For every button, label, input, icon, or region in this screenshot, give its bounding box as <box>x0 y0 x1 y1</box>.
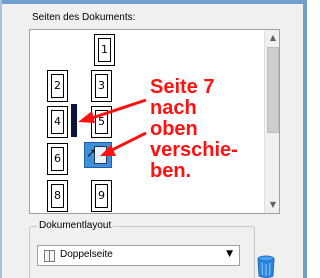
page-thumbnail[interactable]: 9 <box>91 180 112 212</box>
page-thumbnail[interactable]: 1 <box>94 34 115 66</box>
page-number: 6 <box>51 147 64 171</box>
annotation-line: ben. <box>150 160 192 182</box>
annotation-line: Seite 7 <box>150 76 215 98</box>
dragged-page-ghost[interactable]: ➚ <box>84 142 112 168</box>
page-thumbnail[interactable]: 8 <box>47 180 68 212</box>
scroll-up-arrow-icon[interactable]: ▲ <box>265 30 279 46</box>
vertical-scrollbar[interactable]: ▲ ▼ <box>264 30 279 213</box>
pages-section-label: Seiten des Dokuments: <box>32 12 136 23</box>
instruction-annotation: Seite 7 nach oben verschie- ben. <box>150 77 238 182</box>
document-layout-dropdown[interactable]: Doppelseite ▼ <box>37 245 240 266</box>
scroll-down-arrow-icon[interactable]: ▼ <box>265 197 279 213</box>
drop-insertion-marker <box>71 104 77 137</box>
page-number: 4 <box>51 110 64 134</box>
trash-icon[interactable] <box>256 254 276 278</box>
double-page-icon <box>44 250 55 262</box>
page-number: 8 <box>51 184 64 208</box>
page-thumbnail[interactable]: 4 <box>47 106 68 138</box>
document-layout-label: Dokumentlayout <box>37 220 114 231</box>
annotation-line: oben <box>150 118 198 140</box>
page-number: 5 <box>95 110 108 134</box>
page-thumbnail[interactable]: 3 <box>91 70 112 102</box>
page-thumbnail[interactable]: 5 <box>91 106 112 138</box>
page-number: 1 <box>98 38 111 62</box>
window-frame-right <box>303 0 307 278</box>
annotation-line: nach <box>150 97 197 119</box>
page-number: 9 <box>95 184 108 208</box>
scrollbar-thumb[interactable] <box>267 47 279 133</box>
page-thumbnail[interactable]: 6 <box>47 143 68 175</box>
chevron-down-icon[interactable]: ▼ <box>226 249 233 259</box>
page-number: 2 <box>51 74 64 98</box>
annotation-line: verschie- <box>150 139 238 161</box>
document-layout-value: Doppelseite <box>60 249 113 260</box>
page-thumbnail[interactable]: 2 <box>47 70 68 102</box>
cursor-arrow-icon: ➚ <box>86 146 97 161</box>
page-number: 3 <box>95 74 108 98</box>
